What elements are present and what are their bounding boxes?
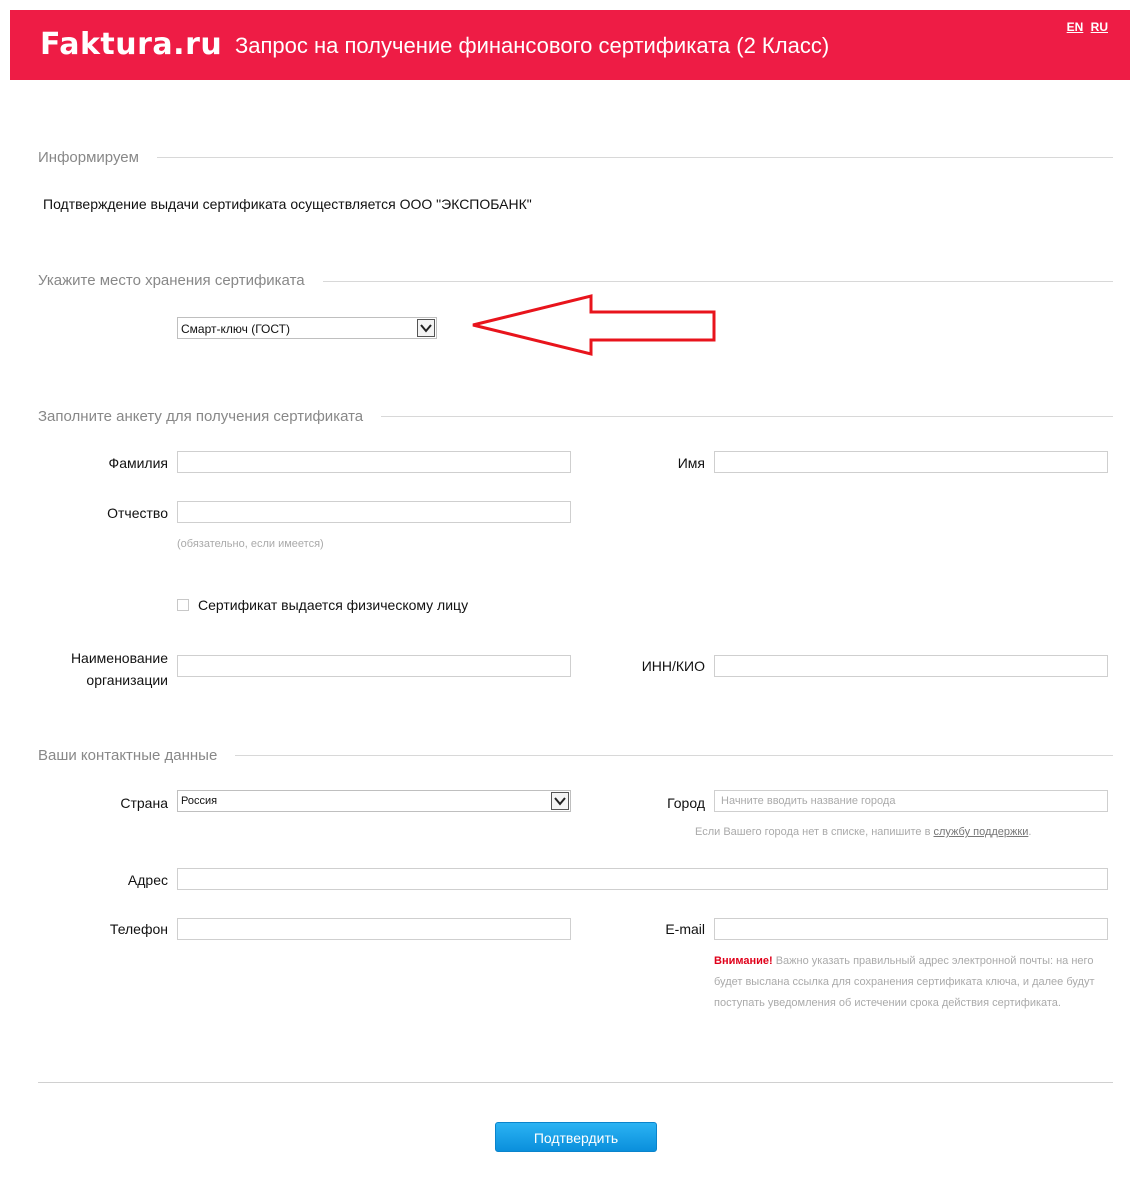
bottom-divider	[38, 1082, 1113, 1083]
lang-en-link[interactable]: EN	[1067, 20, 1084, 34]
city-hint-suffix: .	[1028, 826, 1032, 838]
individual-checkbox-label[interactable]: Сертификат выдается физическому лицу	[198, 597, 468, 613]
section-title-form: Заполните анкету для получения сертифика…	[38, 408, 382, 425]
country-select[interactable]: Россия	[177, 790, 571, 812]
country-select-value: Россия	[181, 795, 218, 807]
email-warning: Внимание! Важно указать правильный адрес…	[714, 951, 1114, 1014]
logo: Faktura.ru	[40, 27, 223, 62]
page-header: Faktura.ru Запрос на получение финансово…	[10, 10, 1130, 80]
patronymic-hint: (обязательно, если имеется)	[177, 538, 324, 550]
city-hint-text: Если Вашего города нет в списке, напишит…	[695, 826, 934, 838]
individual-checkbox[interactable]	[177, 599, 189, 611]
email-label: E-mail	[665, 921, 705, 937]
organization-label-line1: Наименование	[70, 650, 168, 666]
inn-label: ИНН/КИО	[641, 658, 705, 674]
name-label: Имя	[677, 455, 705, 471]
chevron-down-icon[interactable]	[417, 319, 435, 337]
surname-input[interactable]	[177, 451, 571, 473]
inn-input[interactable]	[714, 655, 1108, 677]
phone-label: Телефон	[109, 921, 168, 937]
section-title-storage: Укажите место хранения сертификата	[38, 272, 323, 289]
section-title-contacts: Ваши контактные данные	[38, 747, 236, 764]
submit-button[interactable]: Подтвердить	[495, 1122, 657, 1152]
language-switcher: EN RU	[1063, 20, 1108, 34]
patronymic-input[interactable]	[177, 501, 571, 523]
info-text: Подтверждение выдачи сертификата осущест…	[43, 196, 532, 212]
section-title-info: Информируем	[38, 149, 157, 166]
storage-select-value: Смарт-ключ (ГОСТ)	[181, 322, 290, 336]
organization-label: Наименование организации	[71, 647, 168, 691]
page-title: Запрос на получение финансового сертифик…	[235, 33, 830, 58]
chevron-down-icon[interactable]	[551, 792, 569, 810]
address-label: Адрес	[127, 872, 168, 888]
storage-select[interactable]: Смарт-ключ (ГОСТ)	[177, 317, 437, 339]
email-input[interactable]	[714, 918, 1108, 940]
annotation-arrow-icon	[472, 294, 716, 356]
organization-label-line2: организации	[86, 672, 168, 688]
city-label: Город	[667, 795, 705, 811]
country-label: Страна	[120, 795, 168, 811]
support-link[interactable]: службу поддержки	[934, 826, 1029, 838]
patronymic-label: Отчество	[107, 505, 168, 521]
lang-ru-link[interactable]: RU	[1091, 20, 1108, 34]
phone-input[interactable]	[177, 918, 571, 940]
address-input[interactable]	[177, 868, 1108, 890]
organization-input[interactable]	[177, 655, 571, 677]
surname-label: Фамилия	[108, 455, 168, 471]
city-input[interactable]	[714, 790, 1108, 812]
name-input[interactable]	[714, 451, 1108, 473]
warning-strong: Внимание!	[714, 955, 773, 967]
city-hint: Если Вашего города нет в списке, напишит…	[695, 826, 1031, 838]
section-divider	[38, 157, 1113, 158]
